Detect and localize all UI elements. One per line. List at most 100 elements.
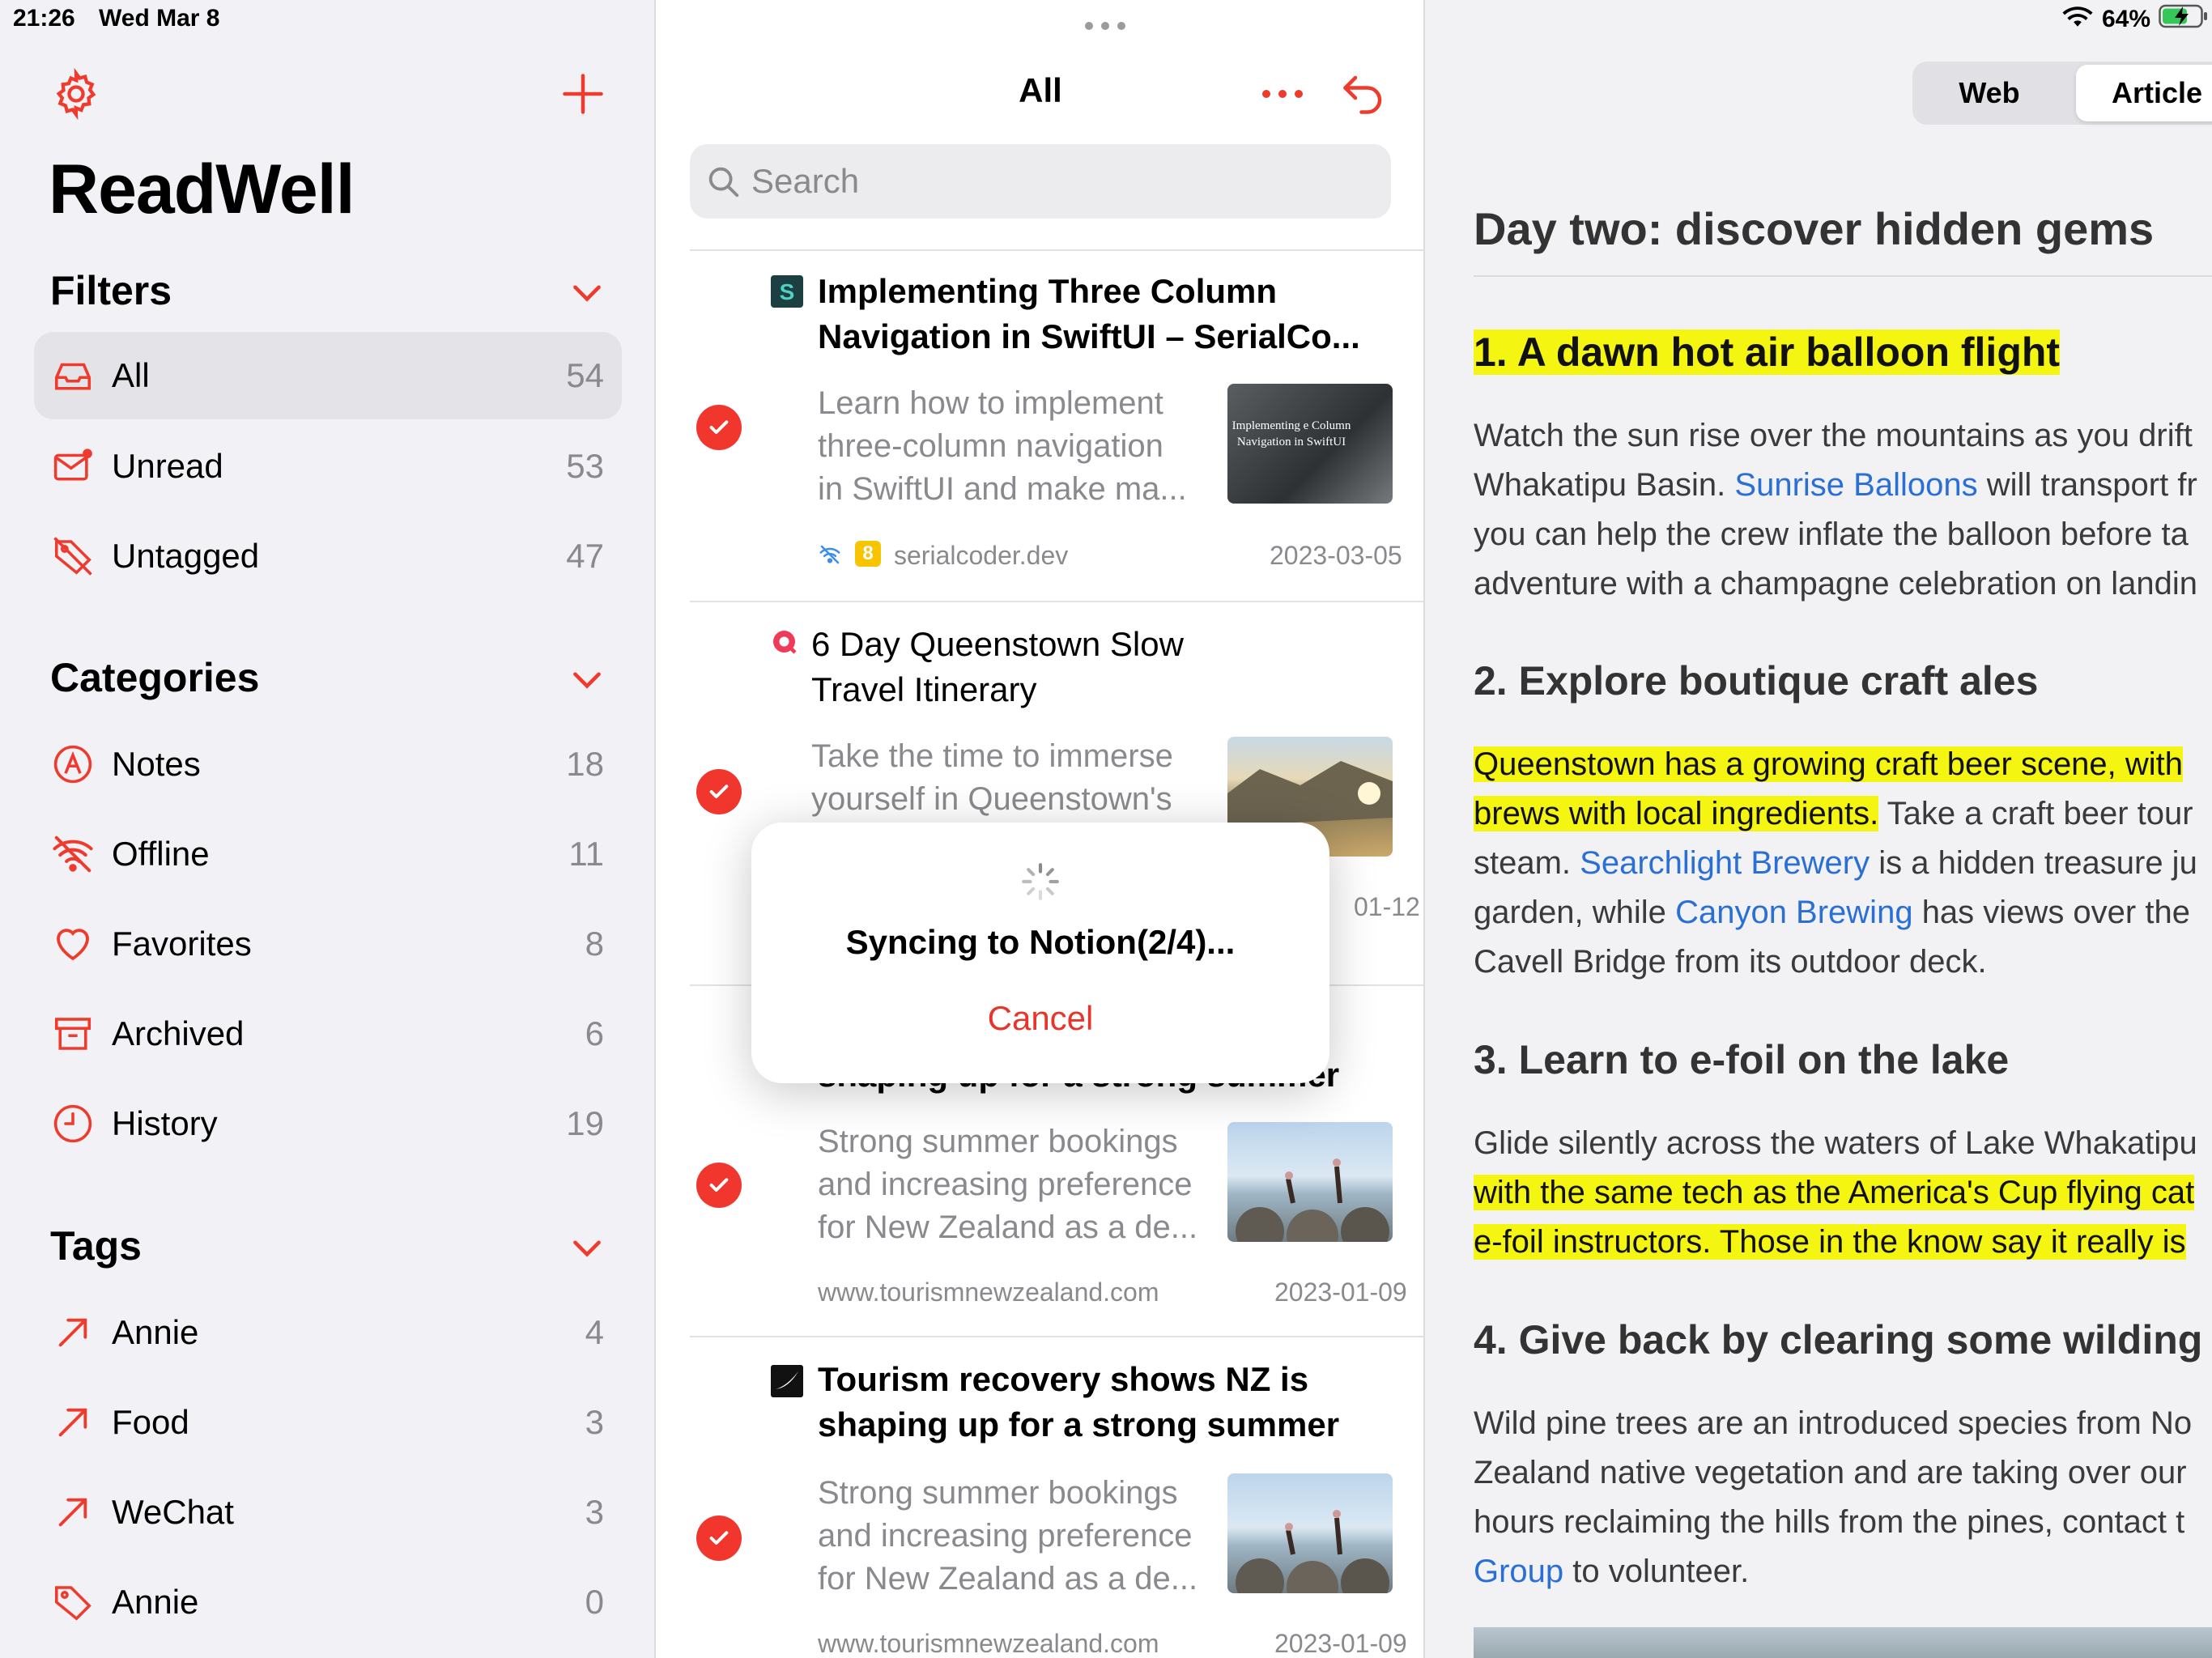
read-check-icon[interactable] (696, 769, 742, 814)
link-sunrise-balloons[interactable]: Sunrise Balloons (1734, 467, 1977, 503)
status-indicators: 64% (2061, 3, 2209, 36)
tag-label: WeChat (112, 1493, 234, 1531)
category-label: Notes (112, 745, 201, 783)
item-title-line: Navigation in SwiftUI – SerialCo... (818, 317, 1360, 355)
tag-annie[interactable]: Annie 4 (34, 1289, 622, 1376)
divider (1474, 275, 2212, 277)
chevron-down-icon[interactable] (567, 659, 607, 699)
section-heading: 3. Learn to e-foil on the lake (1474, 1037, 2010, 1082)
paragraph-line: Cavell Bridge from its outdoor deck. (1474, 944, 1987, 980)
filter-all[interactable]: All 54 (34, 332, 622, 419)
item-thumbnail (1227, 1473, 1393, 1593)
site-favicon (771, 628, 800, 661)
item-title-line: Implementing Three Column (818, 272, 1278, 310)
link-group[interactable]: Group (1474, 1554, 1563, 1589)
status-time: 21:26 (13, 5, 75, 32)
category-notes[interactable]: Notes 18 (34, 721, 622, 808)
chevron-down-icon[interactable] (567, 1227, 607, 1268)
archive-box-icon (49, 1010, 97, 1058)
item-date: 01-12 (1354, 892, 1420, 921)
list-item[interactable]: Tourism recovery shows NZ is shaping up … (690, 1339, 1423, 1658)
tag-label: Food (112, 1403, 189, 1441)
segment-article[interactable]: Article (2076, 65, 2212, 121)
category-label: Archived (112, 1014, 245, 1052)
item-thumbnail (1227, 1122, 1393, 1242)
drag-handle-dots-icon[interactable] (1081, 18, 1129, 38)
section-heading: 1. A dawn hot air balloon flight (1474, 329, 2061, 376)
cancel-button[interactable]: Cancel (751, 999, 1329, 1038)
sync-progress-dialog: Syncing to Notion(2/4)... Cancel (751, 823, 1329, 1083)
search-field[interactable]: Search (690, 144, 1391, 219)
undo-arrow-icon[interactable] (1339, 70, 1388, 122)
read-check-icon[interactable] (696, 1516, 742, 1561)
battery-charging-icon (2159, 4, 2209, 35)
text: to volunteer. (1572, 1554, 1750, 1589)
paragraph-line: with the same tech as the America's Cup … (1474, 1168, 2195, 1218)
filter-label: All (112, 356, 150, 394)
read-check-icon[interactable] (696, 1163, 742, 1208)
item-desc-line: and increasing preference (818, 1518, 1193, 1554)
notes-count-badge: 8 (855, 541, 881, 567)
item-date: 2023-03-05 (1270, 541, 1402, 570)
link-searchlight-brewery[interactable]: Searchlight Brewery (1580, 845, 1870, 881)
text: Take a craft beer tour (1887, 796, 2193, 831)
category-favorites[interactable]: Favorites 8 (34, 900, 622, 988)
tag-wechat[interactable]: WeChat 3 (34, 1469, 622, 1556)
segment-web[interactable]: Web (1912, 62, 2066, 125)
list-item[interactable]: S Implementing Three Column Navigation i… (690, 253, 1423, 601)
paragraph-line: hours reclaiming the hills from the pine… (1474, 1504, 2185, 1540)
filter-untagged[interactable]: Untagged 47 (34, 512, 622, 600)
category-label: Offline (112, 835, 210, 873)
sidebar: 21:26 Wed Mar 8 ReadWell Filters All 54 … (0, 0, 656, 1658)
item-thumbnail: Implementing e Column Navigation in Swif… (1227, 384, 1393, 504)
filter-unread[interactable]: Unread 53 (34, 423, 622, 510)
tag-count: 3 (585, 1493, 604, 1531)
paragraph-line: steam. Searchlight Brewery is a hidden t… (1474, 839, 2197, 888)
category-label: Favorites (112, 925, 252, 963)
category-label: History (112, 1104, 218, 1142)
item-desc-line: Learn how to implement (818, 385, 1163, 421)
text: garden, while (1474, 895, 1666, 930)
tag-count: 3 (585, 1403, 604, 1441)
read-check-icon[interactable] (696, 405, 742, 450)
article-reader-pane: 64% Web Article Day two: discover hidden… (1425, 0, 2212, 1658)
item-desc-line: for New Zealand as a de... (818, 1209, 1198, 1245)
tag-food[interactable]: Food 3 (34, 1379, 622, 1466)
inbox-icon (49, 351, 97, 400)
app-title: ReadWell (49, 151, 355, 228)
spinner-icon (1020, 861, 1061, 906)
gear-icon[interactable] (50, 67, 102, 121)
search-placeholder: Search (751, 162, 860, 200)
pen-circle-icon (49, 740, 97, 789)
highlighted-text: Queenstown has a growing craft beer scen… (1474, 746, 2184, 782)
more-ellipsis-icon[interactable] (1258, 78, 1307, 114)
tag-label: Annie (112, 1583, 199, 1621)
item-domain: www.tourismnewzealand.com (818, 1629, 1159, 1658)
paragraph-line: garden, while Canyon Brewing has views o… (1474, 888, 2190, 937)
item-domain: www.tourismnewzealand.com (818, 1278, 1159, 1307)
tag-annie-2[interactable]: Annie 0 (34, 1558, 622, 1646)
battery-percent: 64% (2101, 6, 2150, 32)
item-title-line: Travel Itinerary (811, 670, 1037, 708)
paragraph-line: Watch the sun rise over the mountains as… (1474, 418, 2193, 453)
highlighted-text: with the same tech as the America's Cup … (1474, 1175, 2195, 1210)
category-offline[interactable]: Offline 11 (34, 810, 622, 898)
search-icon (704, 163, 742, 200)
paragraph-line: Whakatipu Basin. Sunrise Balloons will t… (1474, 461, 2197, 510)
view-mode-segmented-control: Web Article (1912, 62, 2212, 125)
tag-slash-icon (49, 532, 97, 580)
plus-icon[interactable] (559, 70, 607, 118)
chevron-down-icon[interactable] (567, 272, 607, 312)
status-date: Wed Mar 8 (99, 5, 220, 32)
category-count: 18 (566, 745, 604, 783)
clock-icon (49, 1099, 97, 1148)
category-history[interactable]: History 19 (34, 1080, 622, 1167)
site-favicon (771, 1365, 803, 1397)
divider (690, 249, 1423, 251)
list-title: All (1019, 71, 1062, 109)
filter-count: 53 (566, 447, 604, 485)
item-desc-line: yourself in Queenstown's (811, 781, 1172, 817)
category-archived[interactable]: Archived 6 (34, 990, 622, 1078)
paragraph-line: adventure with a champagne celebration o… (1474, 566, 2197, 602)
link-canyon-brewing[interactable]: Canyon Brewing (1675, 895, 1913, 930)
